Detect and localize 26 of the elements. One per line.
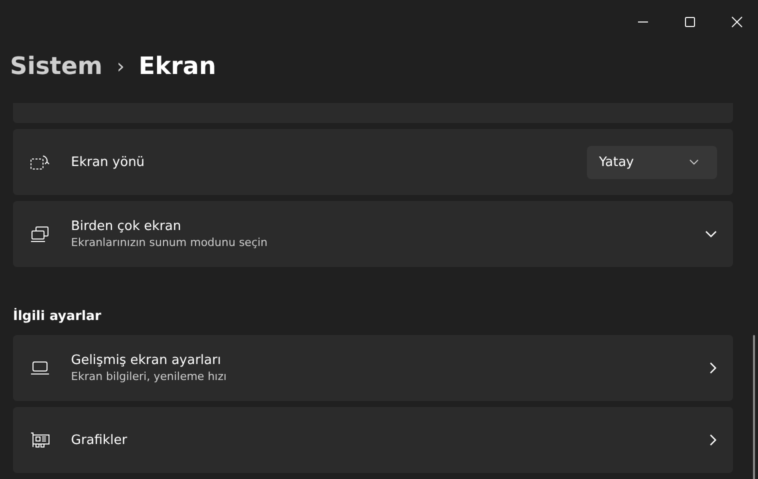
setting-title: Ekran yönü [71, 154, 146, 170]
chevron-icon[interactable] [705, 230, 717, 238]
setting-title: Birden çok ekran [71, 219, 182, 234]
setting-title: Grafikler [71, 432, 128, 448]
setting-title: Gelişmiş ekran ayarları [71, 353, 222, 368]
maximize-icon[interactable] [684, 16, 696, 28]
page-title: Ekran [138, 52, 216, 80]
chevron-down-icon [689, 159, 699, 165]
monitors-icon [30, 225, 50, 243]
settings-card[interactable]: Ekran yönü Yatay [13, 129, 733, 195]
settings-card[interactable]: Grafikler [13, 407, 733, 473]
setting-description: Ekran bilgileri, yenileme hızı [71, 370, 228, 383]
settings-card[interactable]: Birden çok ekran Ekranlarınızın sunum modunu seçin [13, 201, 733, 267]
scrollbar[interactable] [753, 335, 755, 479]
rotate-screen-icon [30, 153, 50, 171]
section-heading: İlgili ayarlar [13, 309, 102, 324]
breadcrumb-parent[interactable]: Sistem [10, 52, 103, 80]
setting-description: Ekranlarınızın sunum modunu seçin [71, 236, 269, 249]
chevron-right-icon [709, 434, 717, 446]
laptop-icon [30, 359, 50, 377]
close-icon[interactable] [731, 16, 743, 28]
chevron-right-icon [709, 362, 717, 374]
graphics-card-icon [30, 431, 50, 449]
breadcrumb-separator: › [116, 54, 125, 78]
settings-card[interactable]: Gelişmiş ekran ayarları Ekran bilgileri, yenileme hızı [13, 335, 733, 401]
orientation-dropdown[interactable]: Yatay [587, 146, 717, 178]
